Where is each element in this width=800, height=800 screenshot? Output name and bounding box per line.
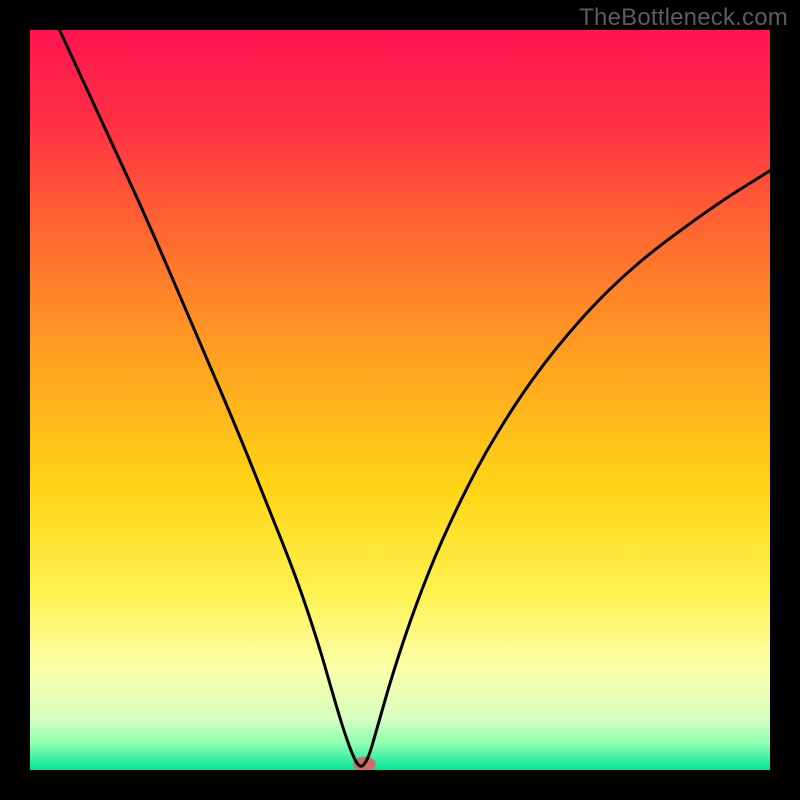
watermark-text: TheBottleneck.com	[579, 4, 788, 32]
bottleneck-chart	[0, 0, 800, 800]
chart-frame: TheBottleneck.com	[0, 0, 800, 800]
gradient-background	[30, 30, 770, 770]
